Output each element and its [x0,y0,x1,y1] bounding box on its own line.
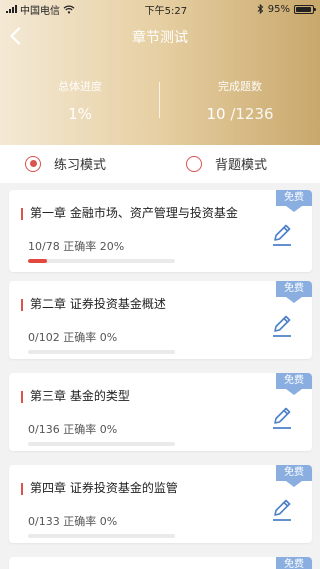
title-accent-mark [21,483,23,495]
title-accent-mark [21,299,23,311]
free-badge: 免费 [276,557,312,569]
chapter-title: 第四章 证券投资基金的监管 [30,481,178,495]
status-left: 中国电信 [6,2,75,17]
signal-icon [6,5,17,13]
practice-mode-label: 练习模式 [54,158,107,173]
title-accent-mark [21,208,23,220]
status-bar: 中国电信 下午5:27 95% [0,0,320,18]
chapter-stats: 10/78 正确率 20% [28,240,125,253]
battery-percent: 95% [267,3,290,15]
free-badge: 免费 [276,281,312,303]
total-value: /1236 [230,105,274,123]
chapter-progress-bar [28,534,175,538]
chapter-card[interactable]: 免费 第一章 金融市场、资产管理与投资基金 10/78 正确率 20% [9,190,312,272]
radio-selected-icon [25,155,41,172]
carrier-label: 中国电信 [20,5,60,17]
recite-mode-option[interactable]: 背题模式 [186,154,267,173]
completed-count: 完成题数 10 /1236 [160,78,320,123]
stats-panel: 总体进度 1% 完成题数 10 /1236 [0,78,320,123]
free-badge: 免费 [276,465,312,487]
pencil-icon[interactable] [270,496,294,522]
nav-bar: 章节测试 [0,22,320,52]
recite-mode-label: 背题模式 [215,158,268,173]
battery-icon [293,4,316,14]
chapter-stats: 0/136 正确率 0% [28,423,118,436]
overall-progress: 总体进度 1% [0,78,160,123]
mode-selector: 练习模式 背题模式 [0,145,320,183]
title-accent-mark [21,391,23,403]
wifi-icon [63,5,75,13]
chapter-card[interactable]: 免费 [9,557,312,569]
radio-unselected-icon [186,155,202,172]
progress-label: 总体进度 [58,80,102,93]
chapter-stats: 0/102 正确率 0% [28,331,118,344]
chapter-title: 第一章 金融市场、资产管理与投资基金 [30,206,238,220]
chapter-card[interactable]: 免费 第三章 基金的类型 0/136 正确率 0% [9,373,312,451]
practice-mode-option[interactable]: 练习模式 [25,154,106,173]
free-badge: 免费 [276,190,312,212]
chapter-progress-bar [28,259,175,263]
pencil-icon[interactable] [270,312,294,338]
status-time: 下午5:27 [144,5,188,17]
status-right: 95% [257,3,316,15]
chapter-card[interactable]: 免费 第二章 证券投资基金概述 0/102 正确率 0% [9,281,312,359]
chapter-title-row: 第四章 证券投资基金的监管 [21,481,246,496]
completed-value-row: 10 /1236 [160,105,320,123]
page-title: 章节测试 [132,30,188,46]
pencil-icon[interactable] [270,221,294,247]
completed-label: 完成题数 [218,80,262,93]
free-badge: 免费 [276,373,312,395]
completed-value: 10 [206,105,226,123]
pencil-icon[interactable] [270,404,294,430]
header: 中国电信 下午5:27 95% 章节测试 总体进度 1% 完成题数 10 /12… [0,0,320,145]
chapter-title-row: 第三章 基金的类型 [21,389,246,404]
chapter-title: 第三章 基金的类型 [30,389,130,403]
chapter-progress-bar [28,350,175,354]
chapter-title-row: 第一章 金融市场、资产管理与投资基金 [21,206,246,221]
chapter-progress-bar [28,442,175,446]
chapter-title-row: 第二章 证券投资基金概述 [21,297,246,312]
chapter-title: 第二章 证券投资基金概述 [30,297,166,311]
bluetooth-icon [257,4,263,14]
progress-value: 1% [68,105,92,123]
chapter-progress-fill [28,259,47,263]
chapter-card[interactable]: 免费 第四章 证券投资基金的监管 0/133 正确率 0% [9,465,312,543]
chapter-stats: 0/133 正确率 0% [28,515,118,528]
